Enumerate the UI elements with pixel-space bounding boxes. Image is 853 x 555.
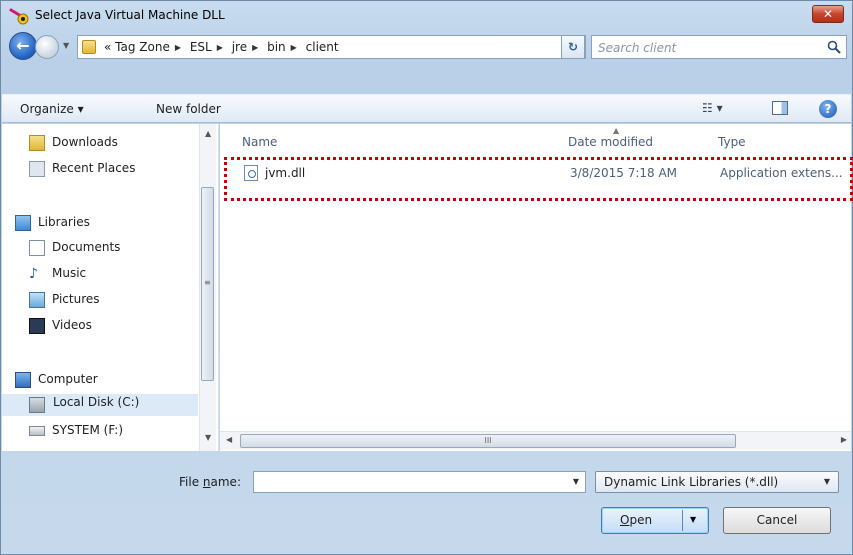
breadcrumb-arrow-icon[interactable]: ▶ <box>291 43 297 52</box>
downloads-folder-icon <box>29 135 45 151</box>
computer-icon <box>15 372 31 388</box>
preview-pane-icon[interactable] <box>772 101 788 115</box>
documents-icon <box>29 240 45 256</box>
title-bar: Select Java Virtual Machine DLL ✕ <box>1 1 852 29</box>
breadcrumb-overflow[interactable]: « <box>104 40 111 54</box>
split-divider <box>682 510 683 531</box>
search-icon[interactable] <box>827 40 841 54</box>
window-title: Select Java Virtual Machine DLL <box>35 8 225 22</box>
breadcrumb-client[interactable]: client <box>306 40 339 54</box>
address-bar[interactable]: « Tag Zone▶ ESL▶ jre▶ bin▶ client ▼ <box>77 35 586 59</box>
search-input[interactable]: Search client <box>598 41 676 55</box>
breadcrumb-arrow-icon[interactable]: ▶ <box>217 43 223 52</box>
refresh-icon: ↻ <box>567 40 579 54</box>
back-button[interactable]: ← <box>9 32 37 60</box>
highlight-annotation <box>224 157 853 201</box>
breadcrumb-arrow-icon[interactable]: ▶ <box>252 43 258 52</box>
refresh-button[interactable]: ↻ <box>561 35 585 59</box>
folder-icon <box>82 40 96 54</box>
nav-item-libraries[interactable]: Libraries <box>2 212 202 234</box>
scroll-left-icon[interactable]: ◀ <box>226 435 232 444</box>
open-button-label: Open <box>620 513 653 527</box>
column-header-type[interactable]: Type <box>718 135 746 149</box>
nav-item-recent-places[interactable]: Recent Places <box>2 158 202 180</box>
scroll-right-icon[interactable]: ▶ <box>841 435 847 444</box>
help-icon[interactable]: ? <box>819 100 837 118</box>
navigation-pane: Downloads Recent Places Libraries Docume… <box>2 124 219 451</box>
nav-item-system-drive[interactable]: SYSTEM (F:) <box>2 420 202 442</box>
file-dialog-window: Select Java Virtual Machine DLL ✕ ← ▼ « … <box>0 0 853 555</box>
change-view-button[interactable]: ☷ ▾ <box>702 101 723 115</box>
nav-item-downloads[interactable]: Downloads <box>2 132 202 154</box>
breadcrumb: « Tag Zone ▶ ESL ▶ jre ▶ bin ▶ client <box>104 40 339 54</box>
nav-item-music[interactable]: ♪ Music <box>2 263 202 285</box>
file-type-filter-value: Dynamic Link Libraries (*.dll) <box>604 475 779 489</box>
horizontal-scrollbar-thumb[interactable]: III <box>240 434 736 448</box>
file-name-label: File name: <box>179 475 241 489</box>
breadcrumb-tag-zone[interactable]: Tag Zone <box>115 40 170 54</box>
recent-pages-dropdown-icon[interactable]: ▼ <box>63 37 73 55</box>
scroll-grip-icon: ≡ <box>204 278 211 287</box>
organize-button[interactable]: Organize ▾ <box>20 102 84 116</box>
music-icon: ♪ <box>29 266 38 282</box>
libraries-icon <box>15 215 31 231</box>
local-disk-icon <box>29 397 45 413</box>
nav-item-pictures[interactable]: Pictures <box>2 289 202 311</box>
sort-indicator-icon: ▲ <box>613 126 620 135</box>
chevron-down-icon[interactable]: ▼ <box>690 515 696 524</box>
nav-item-documents[interactable]: Documents <box>2 237 202 259</box>
cancel-button[interactable]: Cancel <box>723 507 831 534</box>
column-header-date-modified[interactable]: Date modified <box>568 135 653 149</box>
horizontal-scrollbar[interactable]: ◀ III ▶ <box>220 431 851 450</box>
breadcrumb-jre[interactable]: jre <box>232 40 247 54</box>
scroll-down-icon[interactable]: ▼ <box>205 433 211 442</box>
file-type-filter[interactable]: Dynamic Link Libraries (*.dll) ▼ <box>595 471 839 493</box>
chevron-down-icon[interactable]: ▼ <box>824 477 830 486</box>
breadcrumb-esl[interactable]: ESL <box>190 40 212 54</box>
close-button[interactable]: ✕ <box>812 5 844 23</box>
search-box[interactable]: Search client <box>591 35 847 59</box>
nav-item-videos[interactable]: Videos <box>2 315 202 337</box>
recent-places-icon <box>29 161 45 177</box>
chevron-down-icon[interactable]: ▼ <box>573 477 579 486</box>
forward-button[interactable] <box>35 35 59 59</box>
breadcrumb-arrow-icon[interactable]: ▶ <box>175 43 181 52</box>
open-button[interactable]: Open ▼ <box>601 507 709 534</box>
breadcrumb-bin[interactable]: bin <box>267 40 286 54</box>
back-arrow-icon: ← <box>16 36 30 55</box>
command-toolbar: Organize ▾ New folder ☷ ▾ ? <box>2 94 851 123</box>
pictures-icon <box>29 292 45 308</box>
cancel-button-label: Cancel <box>756 513 798 527</box>
file-name-field[interactable]: ▼ <box>253 471 586 493</box>
nav-item-local-disk[interactable]: Local Disk (C:) <box>2 394 198 416</box>
drive-icon <box>29 426 45 436</box>
videos-icon <box>29 318 45 334</box>
nav-item-computer[interactable]: Computer <box>2 369 202 391</box>
java-app-icon <box>9 8 29 25</box>
scroll-up-icon[interactable]: ▲ <box>205 129 211 138</box>
new-folder-button[interactable]: New folder <box>156 102 221 116</box>
column-header-name[interactable]: Name <box>242 135 277 149</box>
close-icon: ✕ <box>822 7 834 21</box>
